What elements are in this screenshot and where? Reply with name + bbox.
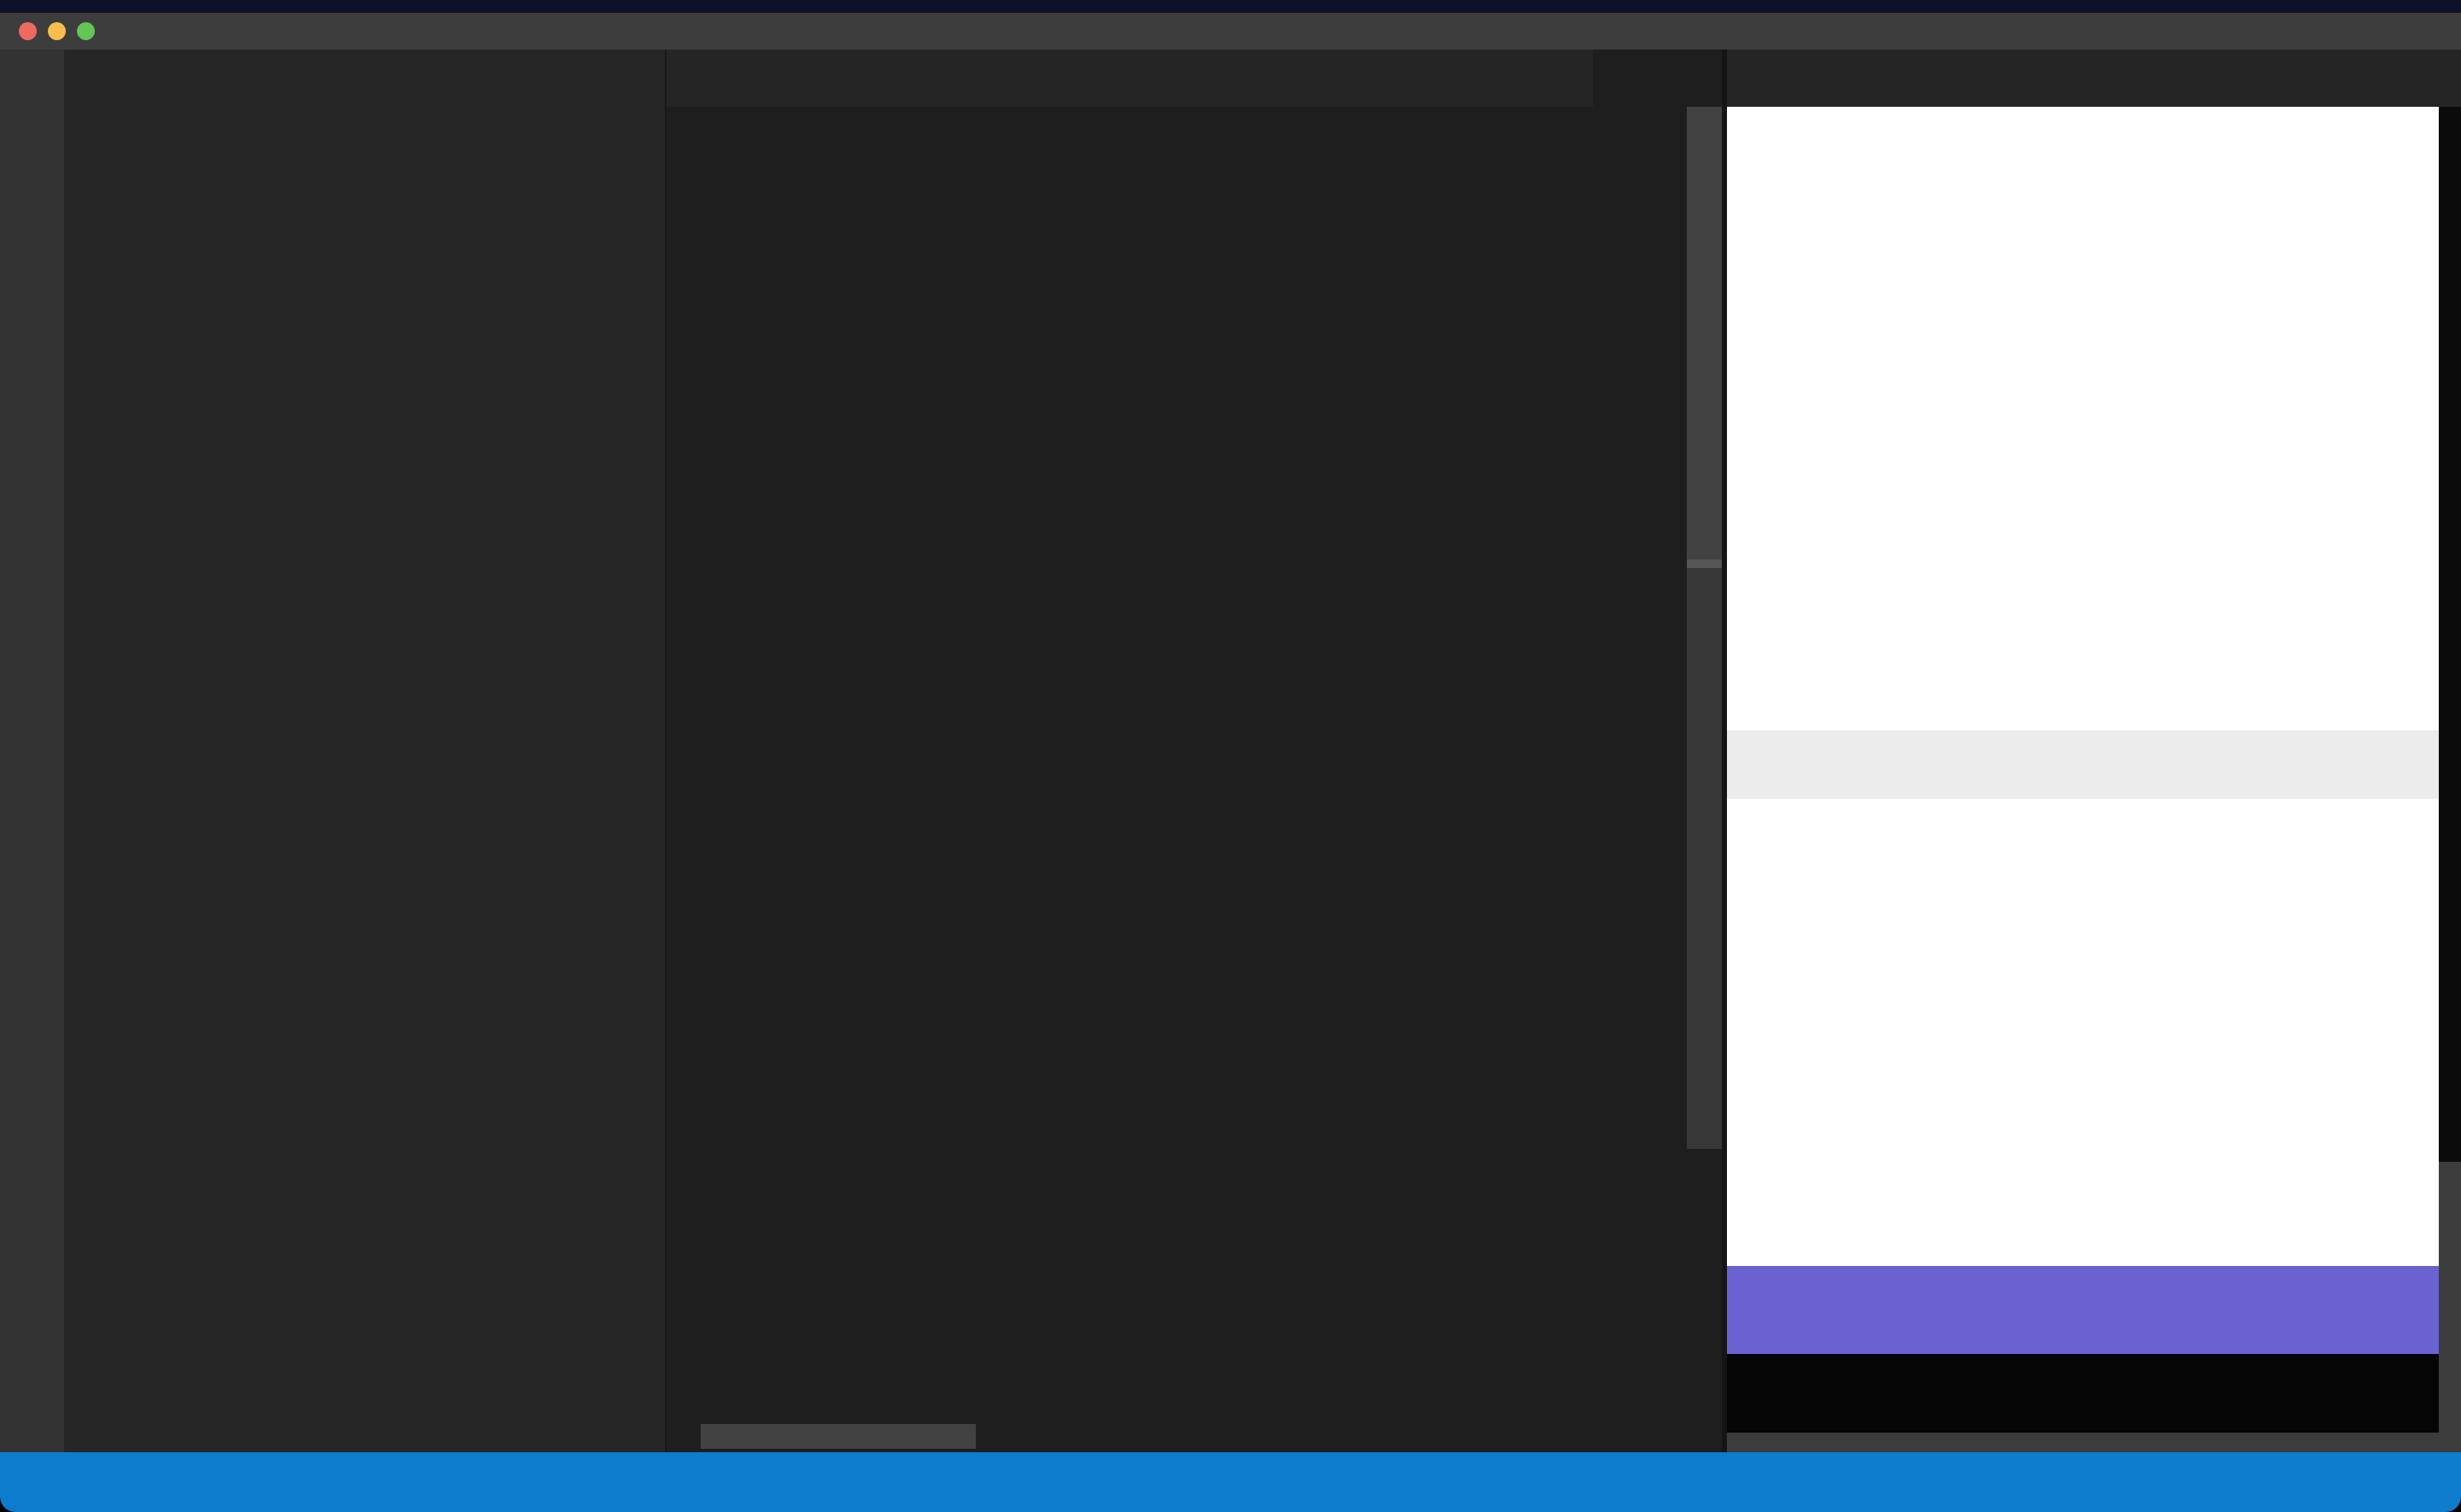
editor-tab-bar	[667, 50, 1724, 107]
activity-bar	[0, 50, 64, 1452]
explorer-sidebar	[64, 50, 665, 1452]
coderoad-tab-bar	[1727, 50, 2461, 107]
title-bar[interactable]	[0, 13, 2461, 50]
editor-horizontal-scrollbar[interactable]	[701, 1424, 976, 1449]
sidebar-title	[64, 50, 665, 149]
breadcrumb[interactable]	[667, 107, 701, 152]
zoom-window-button[interactable]	[77, 22, 95, 40]
close-window-button[interactable]	[19, 22, 37, 40]
vscode-window	[0, 0, 2461, 1512]
webview-bottom-strip	[1727, 1433, 2461, 1452]
tasks-header	[1727, 730, 2439, 799]
editor-vertical-scrollbar[interactable]	[1687, 50, 1724, 1452]
coderoad-webview	[1727, 107, 2439, 1433]
macos-menu-bar	[0, 0, 2461, 13]
lesson-footer	[1727, 1354, 2439, 1433]
status-bar	[0, 1452, 2461, 1512]
webview-scrollbar[interactable]	[2439, 107, 2461, 1433]
minimap[interactable]	[1593, 50, 1687, 1452]
minimize-window-button[interactable]	[48, 22, 66, 40]
coderoad-panel	[1727, 50, 2461, 1452]
help-accordion[interactable]	[1727, 1266, 2439, 1354]
editor-group	[665, 50, 1724, 1452]
